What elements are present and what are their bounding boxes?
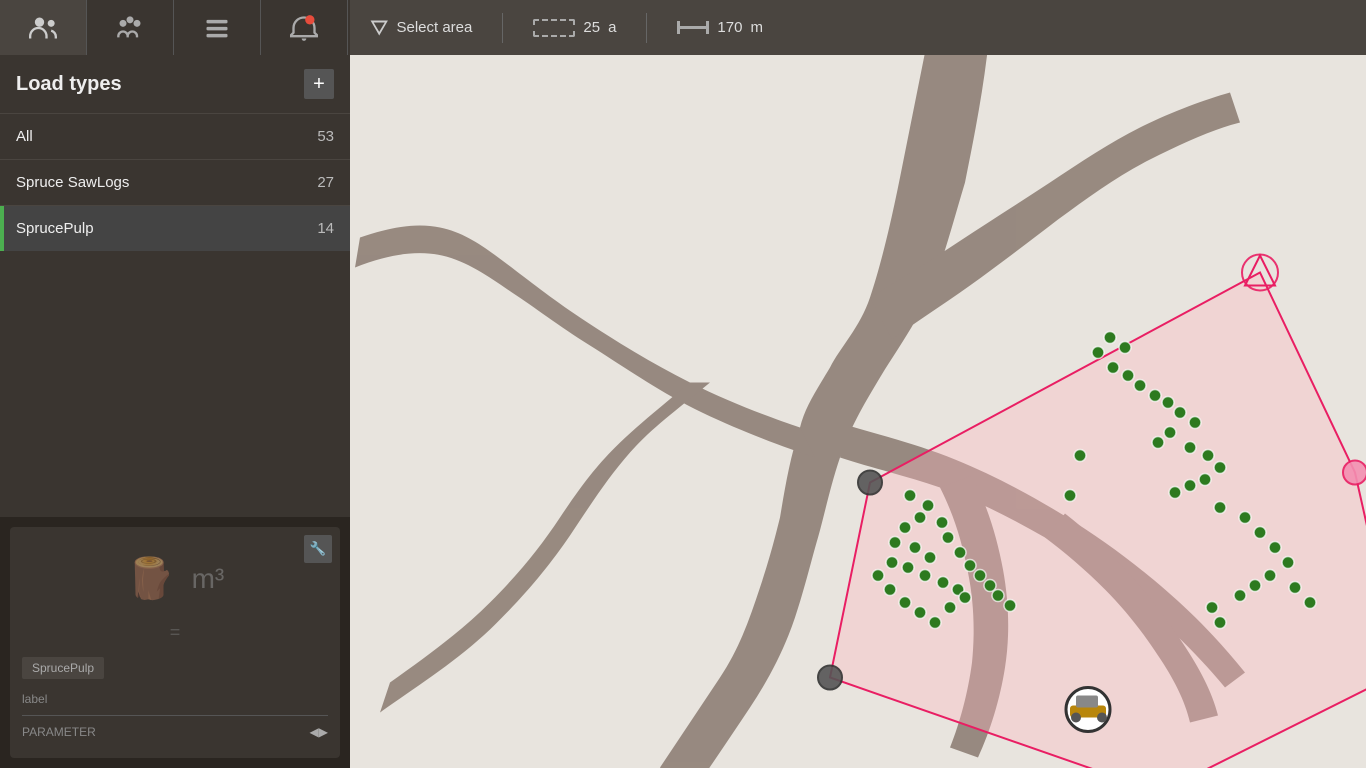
distance-line xyxy=(677,26,709,29)
sidebar: Load types + All 53 Spruce SawLogs 27 Sp… xyxy=(0,55,350,768)
load-type-all[interactable]: All 53 xyxy=(0,113,350,159)
m3-unit-label: m³ xyxy=(192,563,225,595)
add-load-type-button[interactable]: + xyxy=(304,69,334,99)
parameter-label: PARAMETER xyxy=(22,725,96,739)
load-type-spruce-sawlogs-count: 27 xyxy=(317,174,334,191)
load-type-spruce-pulp-count: 14 xyxy=(317,220,334,237)
load-types-header: Load types + xyxy=(0,55,350,113)
toolbar-separator-2 xyxy=(646,13,647,43)
distance-unit: m xyxy=(750,19,763,36)
toolbar-separator-1 xyxy=(502,13,503,43)
sidebar-divider xyxy=(22,715,328,716)
load-type-spruce-sawlogs[interactable]: Spruce SawLogs 27 xyxy=(0,159,350,205)
select-area-label: Select area xyxy=(396,19,472,36)
distance-display: 170 m xyxy=(677,19,763,36)
load-type-all-label: All xyxy=(16,128,33,145)
tab-groups[interactable] xyxy=(87,0,174,55)
load-type-spruce-sawlogs-label: Spruce SawLogs xyxy=(16,174,129,191)
top-toolbar: ⛛ Select area 25 a 170 m xyxy=(0,0,1366,55)
area-value: 25 xyxy=(583,19,600,36)
nav-tabs xyxy=(0,0,350,55)
info-row-parameter: PARAMETER ◀▶ xyxy=(22,722,328,742)
area-display: 25 a xyxy=(533,19,616,37)
distance-icon xyxy=(677,26,709,29)
m3-display: 🪵 m³ xyxy=(22,539,328,618)
info-row-label: label xyxy=(22,689,328,709)
settings-icon: 🔧 xyxy=(310,541,327,557)
load-type-all-count: 53 xyxy=(317,128,334,145)
map-area[interactable] xyxy=(350,55,1366,768)
sidebar-info-rows: label PARAMETER ◀▶ xyxy=(22,685,328,746)
sidebar-bottom-panel: 🔧 🪵 m³ = SprucePulp label PARAMETER ◀▶ xyxy=(0,517,350,768)
compass-icon: ⛛ xyxy=(370,15,388,41)
spruce-pulp-badge-container: SprucePulp xyxy=(22,647,328,685)
load-type-spruce-pulp-label: SprucePulp xyxy=(16,220,94,237)
settings-button[interactable]: 🔧 xyxy=(304,535,332,563)
load-type-spruce-pulp[interactable]: SprucePulp 14 xyxy=(0,205,350,251)
spruce-pulp-badge: SprucePulp xyxy=(22,657,104,679)
tab-people[interactable] xyxy=(0,0,87,55)
tab-layers[interactable] xyxy=(174,0,261,55)
tab-alerts[interactable] xyxy=(261,0,348,55)
map-svg xyxy=(350,55,1366,768)
area-icon xyxy=(533,19,575,37)
main-content: Load types + All 53 Spruce SawLogs 27 Sp… xyxy=(0,55,1366,768)
parameter-arrows: ◀▶ xyxy=(310,725,328,739)
equals-line: = xyxy=(22,622,328,643)
load-types-title: Load types xyxy=(16,73,122,96)
distance-value: 170 xyxy=(717,19,742,36)
area-unit: a xyxy=(608,19,616,36)
volume-icon: 🪵 xyxy=(126,555,176,602)
toolbar-right: ⛛ Select area 25 a 170 m xyxy=(350,0,1366,55)
select-area-tool[interactable]: ⛛ Select area xyxy=(370,15,472,41)
sidebar-bottom-inner: 🔧 🪵 m³ = SprucePulp label PARAMETER ◀▶ xyxy=(10,527,340,758)
